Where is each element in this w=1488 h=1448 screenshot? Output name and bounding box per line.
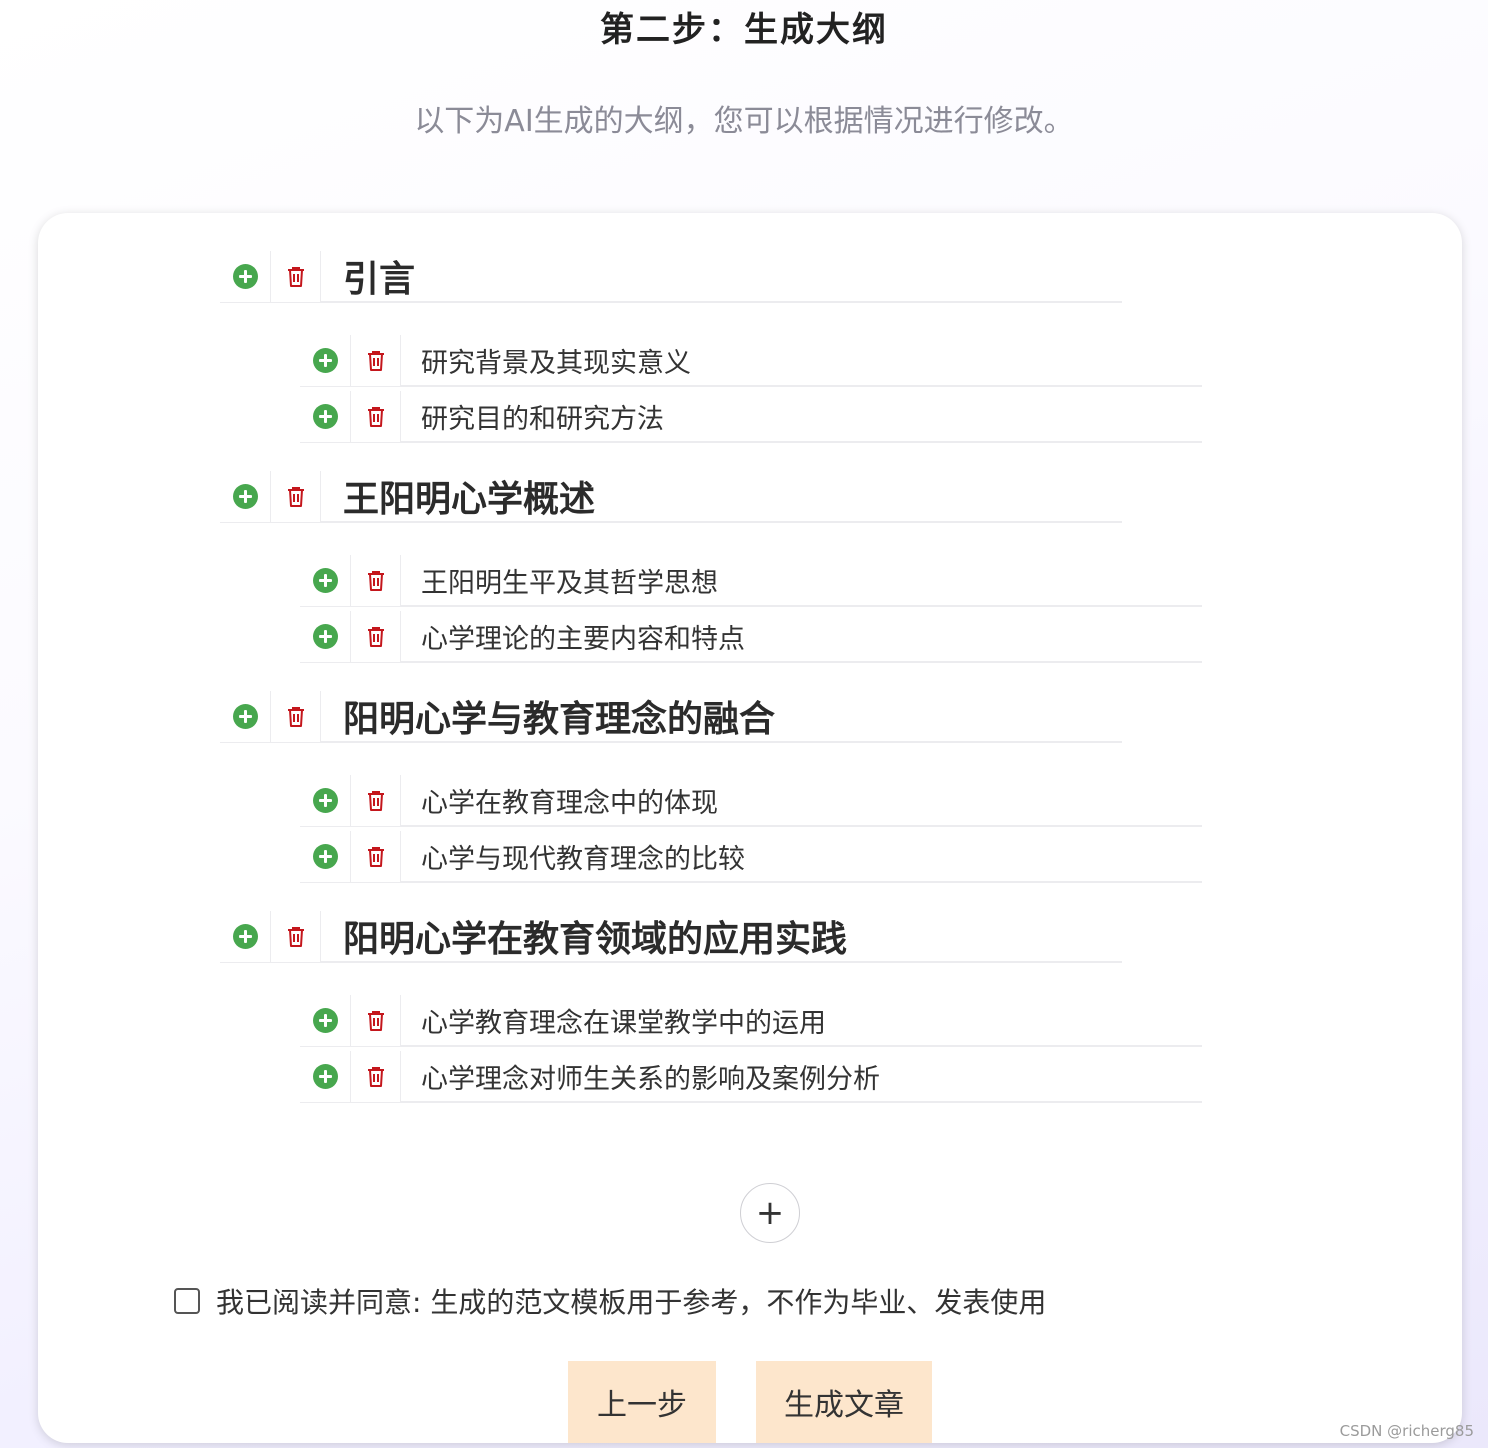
- trash-icon: [286, 926, 306, 948]
- plus-circle-icon: [312, 624, 338, 649]
- generate-article-button[interactable]: 生成文章: [756, 1361, 932, 1443]
- trash-icon: [366, 846, 386, 868]
- add-item-button[interactable]: [220, 911, 270, 963]
- plus-circle-icon: [232, 264, 258, 289]
- section-title-input[interactable]: 阳明心学与教育理念的融合: [320, 691, 1122, 743]
- delete-item-button[interactable]: [270, 471, 320, 523]
- add-item-button[interactable]: [220, 251, 270, 303]
- section-title-input[interactable]: 阳明心学在教育领域的应用实践: [320, 911, 1122, 963]
- add-item-button[interactable]: [220, 471, 270, 523]
- outline-section-row: 引言: [220, 251, 1122, 303]
- outline-subsection-row: 心学教育理念在课堂教学中的运用: [300, 995, 1202, 1047]
- add-item-button[interactable]: [300, 775, 350, 827]
- delete-item-button[interactable]: [350, 1051, 400, 1103]
- delete-item-button[interactable]: [350, 391, 400, 443]
- add-item-button[interactable]: [300, 335, 350, 387]
- trash-icon: [286, 486, 306, 508]
- prev-step-button[interactable]: 上一步: [568, 1361, 716, 1443]
- subsection-title-input[interactable]: 王阳明生平及其哲学思想: [400, 555, 1202, 607]
- outline-subsection-row: 王阳明生平及其哲学思想: [300, 555, 1202, 607]
- outline-section-row: 阳明心学在教育领域的应用实践: [220, 911, 1122, 963]
- add-item-button[interactable]: [300, 1051, 350, 1103]
- add-item-button[interactable]: [300, 555, 350, 607]
- plus-circle-icon: [312, 1064, 338, 1089]
- trash-icon: [366, 1066, 386, 1088]
- outline-subsection-row: 心学在教育理念中的体现: [300, 775, 1202, 827]
- agreement[interactable]: 我已阅读并同意: 生成的范文模板用于参考，不作为毕业、发表使用: [174, 1281, 1046, 1321]
- trash-icon: [366, 406, 386, 428]
- delete-item-button[interactable]: [270, 691, 320, 743]
- delete-item-button[interactable]: [350, 555, 400, 607]
- subsection-title-input[interactable]: 心学在教育理念中的体现: [400, 775, 1202, 827]
- delete-item-button[interactable]: [350, 775, 400, 827]
- trash-icon: [366, 1010, 386, 1032]
- section-title-input[interactable]: 王阳明心学概述: [320, 471, 1122, 523]
- trash-icon: [286, 706, 306, 728]
- subsection-title-input[interactable]: 心学教育理念在课堂教学中的运用: [400, 995, 1202, 1047]
- outline-subsection-row: 研究目的和研究方法: [300, 391, 1202, 443]
- outline-subsection-row: 研究背景及其现实意义: [300, 335, 1202, 387]
- trash-icon: [286, 266, 306, 288]
- subsection-title-input[interactable]: 心学理论的主要内容和特点: [400, 611, 1202, 663]
- delete-item-button[interactable]: [350, 831, 400, 883]
- outline-section-row: 王阳明心学概述: [220, 471, 1122, 523]
- delete-item-button[interactable]: [350, 995, 400, 1047]
- page-title: 第二步：生成大纲: [600, 10, 888, 50]
- watermark: CSDN @richerg85: [1339, 1422, 1474, 1440]
- outline-section-row: 阳明心学与教育理念的融合: [220, 691, 1122, 743]
- plus-circle-icon: [312, 1008, 338, 1033]
- add-section-button[interactable]: +: [740, 1183, 800, 1243]
- plus-circle-icon: [232, 924, 258, 949]
- plus-circle-icon: [312, 568, 338, 593]
- delete-item-button[interactable]: [270, 911, 320, 963]
- outline-subsection-row: 心学与现代教育理念的比较: [300, 831, 1202, 883]
- agreement-checkbox[interactable]: [174, 1288, 200, 1314]
- delete-item-button[interactable]: [350, 611, 400, 663]
- trash-icon: [366, 626, 386, 648]
- subsection-title-input[interactable]: 研究目的和研究方法: [400, 391, 1202, 443]
- trash-icon: [366, 790, 386, 812]
- plus-circle-icon: [312, 348, 338, 373]
- trash-icon: [366, 570, 386, 592]
- add-item-button[interactable]: [220, 691, 270, 743]
- subsection-title-input[interactable]: 研究背景及其现实意义: [400, 335, 1202, 387]
- subsection-title-input[interactable]: 心学与现代教育理念的比较: [400, 831, 1202, 883]
- subsection-title-input[interactable]: 心学理念对师生关系的影响及案例分析: [400, 1051, 1202, 1103]
- agreement-label: 我已阅读并同意: 生成的范文模板用于参考，不作为毕业、发表使用: [216, 1286, 1047, 1319]
- add-item-button[interactable]: [300, 995, 350, 1047]
- plus-circle-icon: [232, 484, 258, 509]
- plus-circle-icon: [312, 404, 338, 429]
- delete-item-button[interactable]: [270, 251, 320, 303]
- outline-subsection-row: 心学理念对师生关系的影响及案例分析: [300, 1051, 1202, 1103]
- plus-circle-icon: [312, 844, 338, 869]
- trash-icon: [366, 350, 386, 372]
- page-subtitle: 以下为AI生成的大纲，您可以根据情况进行修改。: [414, 104, 1074, 139]
- outline-subsection-row: 心学理论的主要内容和特点: [300, 611, 1202, 663]
- delete-item-button[interactable]: [350, 335, 400, 387]
- plus-circle-icon: [232, 704, 258, 729]
- section-title-input[interactable]: 引言: [320, 251, 1122, 303]
- add-item-button[interactable]: [300, 831, 350, 883]
- add-item-button[interactable]: [300, 611, 350, 663]
- outline-card: 引言研究背景及其现实意义 研究目的和研究方法王阳明心学概述王阳明生平及其哲学思想心…: [38, 213, 1462, 1443]
- add-item-button[interactable]: [300, 391, 350, 443]
- plus-circle-icon: [312, 788, 338, 813]
